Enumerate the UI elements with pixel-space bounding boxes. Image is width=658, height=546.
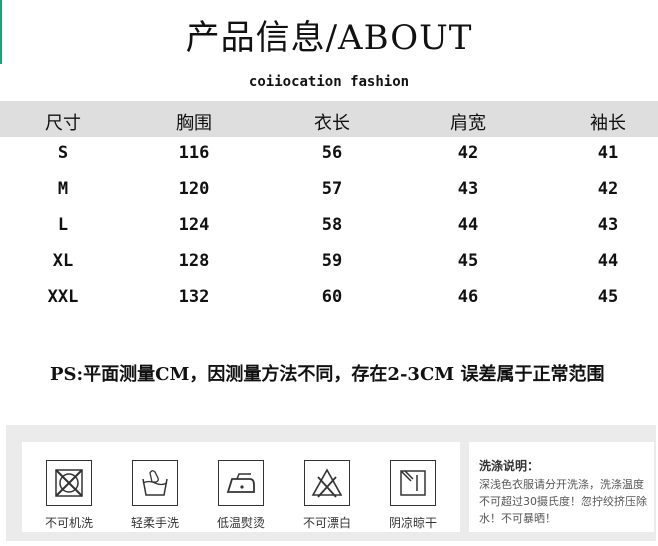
- no-bleach-icon: [304, 460, 350, 506]
- table-cell: L: [57, 215, 69, 235]
- care-label: 轻柔手洗: [130, 516, 179, 530]
- table-cell: 45: [457, 251, 479, 271]
- header-sleeve: 袖长: [590, 113, 626, 134]
- low-iron-icon: [218, 460, 264, 506]
- table-cell: 60: [321, 287, 343, 307]
- table-cell: 44: [457, 215, 479, 235]
- table-cell: M: [57, 179, 69, 199]
- table-row: XL 128 59 45 44: [0, 245, 658, 281]
- table-cell: 128: [178, 251, 210, 271]
- table-cell: 41: [597, 143, 619, 163]
- care-item: 不可机洗: [34, 460, 104, 531]
- care-title: 洗涤说明：: [479, 459, 540, 473]
- table-row: M 120 57 43 42: [0, 173, 658, 209]
- header-chest: 胸围: [176, 113, 212, 134]
- care-item: 不可漂白: [292, 460, 362, 531]
- table-cell: 116: [178, 143, 210, 163]
- table-cell: 45: [597, 287, 619, 307]
- measurement-note: PS:平面测量CM，因测量方法不同，存在2-3CM 误差属于正常范围: [50, 364, 605, 385]
- header-size: 尺寸: [45, 113, 81, 134]
- table-cell: 46: [457, 287, 479, 307]
- table-cell: 57: [321, 179, 343, 199]
- care-icons-strip: 不可机洗 轻柔手洗 低温熨烫 不可漂白 阴凉晾干: [22, 442, 460, 532]
- care-item: 低温熨烫: [206, 460, 276, 531]
- care-item: 轻柔手洗: [120, 460, 190, 531]
- table-cell: 120: [178, 179, 210, 199]
- care-item: 阴凉晾干: [378, 460, 448, 531]
- table-cell: XL: [52, 251, 74, 271]
- care-instructions: 洗涤说明： 深浅色衣服请分开洗涤，洗涤温度不可超过30摄氏度！忽拧绞挤压除水！不…: [469, 442, 654, 532]
- table-cell: 124: [178, 215, 210, 235]
- care-label: 低温熨烫: [216, 516, 265, 530]
- table-row: S 116 56 42 41: [0, 137, 658, 173]
- table-cell: 43: [597, 215, 619, 235]
- table-cell: XXL: [47, 287, 79, 307]
- page-subtitle: coiiocation fashion: [248, 74, 410, 90]
- size-table-header: 尺寸 胸围 衣长 肩宽 袖长: [0, 101, 658, 137]
- care-panel: 不可机洗 轻柔手洗 低温熨烫 不可漂白 阴凉晾干 洗涤说明： 深浅色衣服请分开洗…: [6, 425, 656, 541]
- table-cell: 42: [457, 143, 479, 163]
- header-length: 衣长: [314, 113, 350, 134]
- table-cell: 58: [321, 215, 343, 235]
- table-cell: 56: [321, 143, 343, 163]
- table-cell: 42: [597, 179, 619, 199]
- header-shoulder: 肩宽: [450, 113, 486, 134]
- shade-dry-icon: [390, 460, 436, 506]
- care-label: 阴凉晾干: [388, 516, 437, 530]
- hand-wash-icon: [132, 460, 178, 506]
- table-cell: 132: [178, 287, 210, 307]
- table-cell: 59: [321, 251, 343, 271]
- table-cell: 43: [457, 179, 479, 199]
- table-cell: 44: [597, 251, 619, 271]
- table-row: L 124 58 44 43: [0, 209, 658, 245]
- care-body: 深浅色衣服请分开洗涤，洗涤温度不可超过30摄氏度！忽拧绞挤压除水！不可暴晒！: [479, 478, 647, 525]
- table-cell: S: [57, 143, 69, 163]
- care-label: 不可机洗: [44, 516, 93, 530]
- table-row: XXL 132 60 46 45: [0, 281, 658, 317]
- no-machine-wash-icon: [46, 460, 92, 506]
- page-title: 产品信息/ABOUT: [185, 18, 473, 58]
- care-label: 不可漂白: [302, 516, 351, 530]
